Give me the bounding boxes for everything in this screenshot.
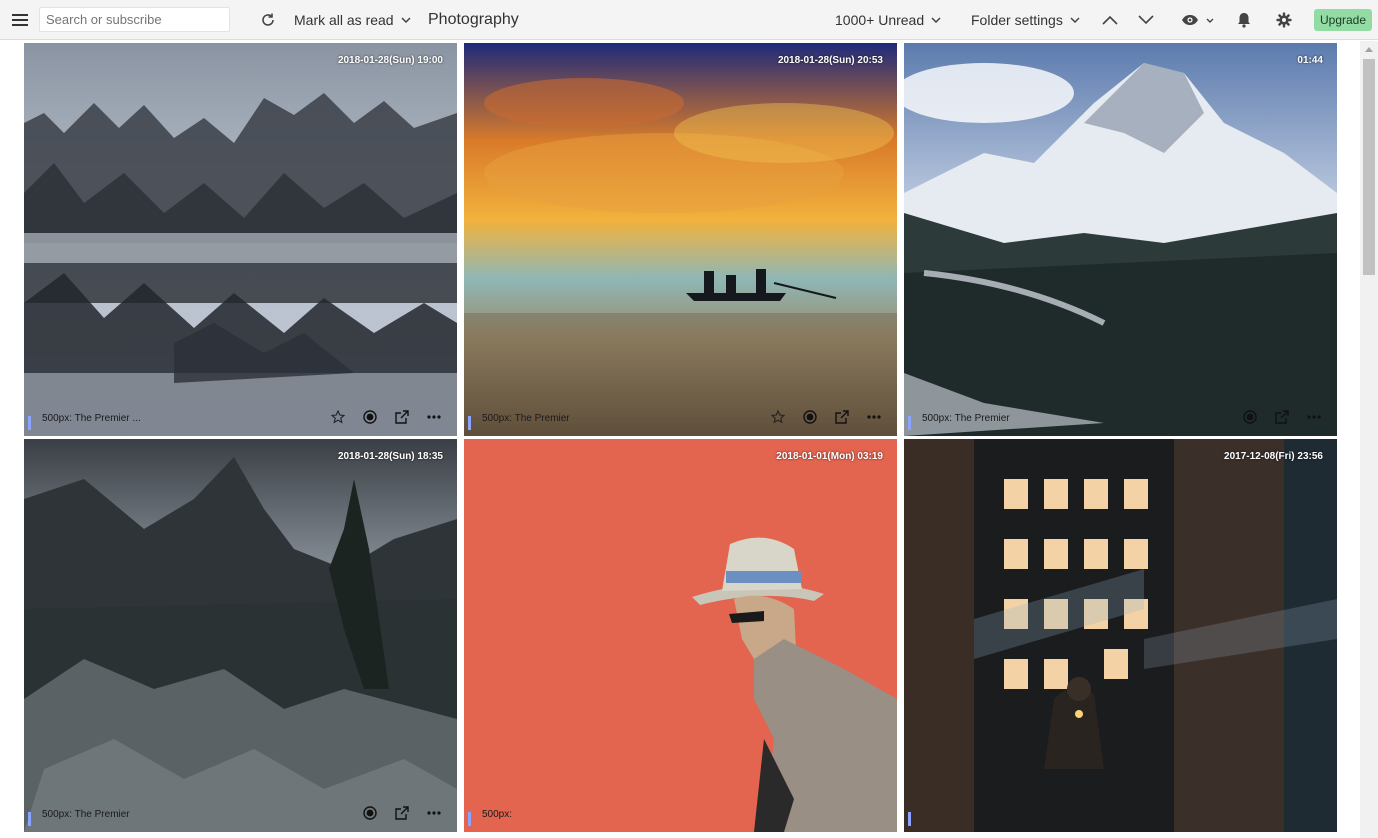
source-marker: [468, 416, 471, 430]
article-card[interactable]: 2017-12-08(Fri) 23:56: [904, 439, 1337, 832]
mark-read-icon[interactable]: [361, 408, 379, 426]
source-marker: [468, 812, 471, 826]
article-actions: [769, 408, 883, 426]
chevron-down-icon[interactable]: [1203, 0, 1217, 40]
article-image: [24, 43, 457, 436]
gear-icon[interactable]: [1274, 0, 1294, 40]
article-image: [464, 43, 897, 436]
bell-icon[interactable]: [1235, 0, 1253, 40]
article-image: [464, 439, 897, 832]
article-source: 500px: The Premier: [42, 809, 130, 820]
article-card[interactable]: 2018-01-28(Sun) 18:35 500px: The Premier: [24, 439, 457, 832]
chevron-up-icon[interactable]: [1099, 0, 1121, 40]
article-date: 2018-01-28(Sun) 20:53: [777, 55, 883, 66]
source-marker: [908, 812, 911, 826]
article-actions: [1241, 408, 1323, 426]
open-external-icon[interactable]: [393, 408, 411, 426]
article-image: [904, 439, 1337, 832]
article-card[interactable]: 2018-01-28(Sun) 20:53 500px: The Premier: [464, 43, 897, 436]
menu-icon[interactable]: [8, 0, 32, 40]
refresh-icon[interactable]: [257, 0, 279, 40]
article-date: 2018-01-28(Sun) 19:00: [337, 55, 443, 66]
unread-filter-button[interactable]: 1000+ Unread: [835, 0, 924, 40]
article-actions: [329, 408, 443, 426]
scroll-up-icon[interactable]: [1360, 41, 1378, 57]
star-icon[interactable]: [769, 408, 787, 426]
toolbar: Mark all as read Photography 1000+ Unrea…: [0, 0, 1378, 40]
article-card[interactable]: 01:44 500px: The Premier: [904, 43, 1337, 436]
article-date: 2018-01-28(Sun) 18:35: [337, 451, 443, 462]
star-icon[interactable]: [329, 408, 347, 426]
upgrade-button[interactable]: Upgrade: [1314, 9, 1373, 31]
source-marker: [28, 812, 31, 826]
page-title: Photography: [428, 11, 519, 28]
article-image: [24, 439, 457, 832]
mark-read-icon[interactable]: [1241, 408, 1259, 426]
search-input[interactable]: [39, 7, 230, 32]
chevron-down-icon[interactable]: [1135, 0, 1157, 40]
eye-icon[interactable]: [1179, 0, 1201, 40]
article-source: 500px: The Premier ...: [42, 413, 141, 424]
article-source: 500px:: [482, 809, 513, 820]
article-date: 2018-01-01(Mon) 03:19: [776, 451, 883, 462]
article-source: 500px: The Premier: [922, 413, 1010, 424]
article-image: [904, 43, 1337, 436]
open-external-icon[interactable]: [393, 804, 411, 822]
more-icon[interactable]: [425, 804, 443, 822]
folder-settings-button[interactable]: Folder settings: [971, 0, 1063, 40]
chevron-down-icon[interactable]: [399, 0, 413, 40]
open-external-icon[interactable]: [1273, 408, 1291, 426]
article-actions: [361, 804, 443, 822]
article-card[interactable]: 2018-01-01(Mon) 03:19 500px:: [464, 439, 897, 832]
mark-read-icon[interactable]: [801, 408, 819, 426]
scrollbar-thumb[interactable]: [1363, 59, 1375, 275]
mark-read-icon[interactable]: [361, 804, 379, 822]
article-date: 01:44: [1297, 55, 1323, 66]
source-marker: [28, 416, 31, 430]
chevron-down-icon[interactable]: [1068, 0, 1082, 40]
scrollbar[interactable]: [1360, 41, 1378, 838]
article-grid: 2018-01-28(Sun) 19:00 500px: The Premier…: [0, 41, 1360, 838]
more-icon[interactable]: [1305, 408, 1323, 426]
mark-all-read-button[interactable]: Mark all as read: [294, 0, 394, 40]
chevron-down-icon[interactable]: [929, 0, 943, 40]
source-marker: [908, 416, 911, 430]
article-date: 2017-12-08(Fri) 23:56: [1224, 451, 1323, 462]
open-external-icon[interactable]: [833, 408, 851, 426]
article-card[interactable]: 2018-01-28(Sun) 19:00 500px: The Premier…: [24, 43, 457, 436]
article-source: 500px: The Premier: [482, 413, 570, 424]
more-icon[interactable]: [865, 408, 883, 426]
more-icon[interactable]: [425, 408, 443, 426]
